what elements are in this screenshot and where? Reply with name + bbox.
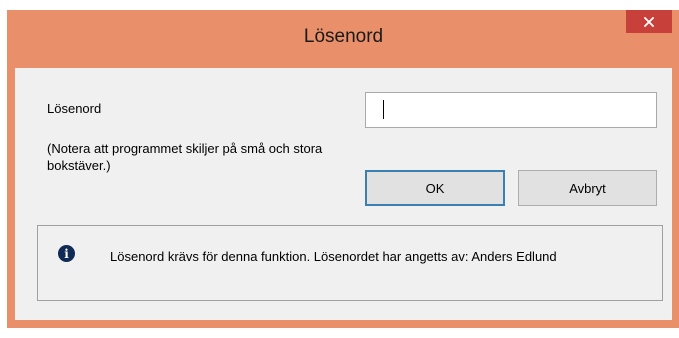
- dialog-title: Lösenord: [303, 26, 384, 47]
- close-button[interactable]: [626, 10, 672, 33]
- close-icon: [644, 16, 654, 27]
- info-icon: i: [58, 245, 75, 262]
- dialog-client-area: Lösenord (Notera att programmet skiljer …: [15, 68, 672, 320]
- password-dialog: Lösenord Lösenord (Notera att programmet…: [7, 10, 679, 328]
- info-panel: i Lösenord krävs för denna funktion. Lös…: [37, 225, 663, 301]
- ok-button[interactable]: OK: [365, 170, 505, 206]
- info-message: Lösenord krävs för denna funktion. Lösen…: [110, 249, 557, 264]
- password-input[interactable]: [365, 92, 657, 128]
- title-bar[interactable]: Lösenord: [7, 10, 679, 68]
- password-label: Lösenord: [47, 101, 102, 116]
- cancel-button[interactable]: Avbryt: [518, 170, 657, 206]
- text-caret: [383, 100, 384, 119]
- case-sensitivity-note: (Notera att programmet skiljer på små oc…: [47, 141, 323, 173]
